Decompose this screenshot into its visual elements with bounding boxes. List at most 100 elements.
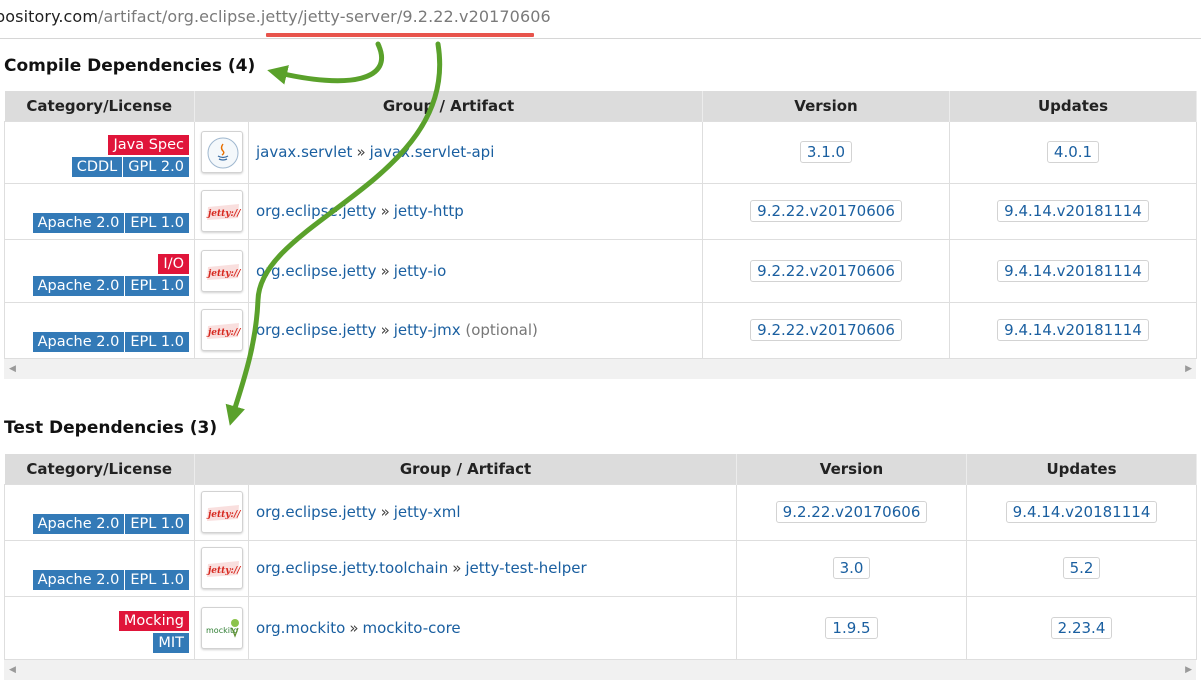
jetty-logo-icon[interactable]: jetty:// [200,491,243,533]
artifact-link[interactable]: javax.servlet-api [370,143,495,161]
arrow-to-compile-title [267,41,385,85]
category-badge[interactable]: Java Spec [108,134,189,155]
group-link[interactable]: org.eclipse.jetty [256,503,377,521]
updates-cell: 9.4.14.v20181114 [966,483,1198,541]
updates-cell: 9.4.14.v20181114 [949,182,1198,240]
table-header-row: Category/License Group / Artifact Versio… [4,454,1198,484]
update-link[interactable]: 9.4.14.v20181114 [1005,501,1158,523]
artifact-link[interactable]: jetty-io [394,262,447,280]
compile-dependencies-table: Category/License Group / Artifact Versio… [4,91,1198,359]
url-host: pository.com [0,7,99,26]
category-license-cell: I/O Apache 2.0 EPL 1.0 [4,238,195,303]
group-artifact-cell: org.eclipse.jetty» jetty-xml [247,483,738,541]
updates-cell: 9.4.14.v20181114 [949,301,1198,359]
license-badge[interactable]: Apache 2.0 [32,513,125,534]
update-link[interactable]: 9.4.14.v20181114 [997,259,1149,282]
jetty-logo-icon[interactable]: jetty:// [200,547,243,589]
group-link[interactable]: org.eclipse.jetty.toolchain [256,559,448,577]
version-link[interactable]: 1.9.5 [825,616,878,639]
version-cell: 3.0 [736,539,968,597]
horizontal-scrollbar[interactable]: ◀ ▶ [4,660,1196,680]
header-version[interactable]: Version [702,91,951,121]
update-link[interactable]: 9.4.14.v20181114 [997,200,1149,222]
version-link[interactable]: 9.2.22.v20170606 [750,200,902,222]
artifact-link[interactable]: jetty-http [394,202,464,220]
logo-cell: jetty:// [194,539,249,597]
jetty-logo-text: jetty:// [206,269,242,279]
header-version[interactable]: Version [736,454,968,484]
header-group-artifact[interactable]: Group / Artifact [194,91,704,121]
group-link[interactable]: javax.servlet [256,143,352,161]
scroll-right-arrow-icon[interactable]: ▶ [1185,665,1192,675]
license-badge[interactable]: EPL 1.0 [125,569,189,590]
license-badge[interactable]: CDDL [71,156,123,177]
license-badge[interactable]: EPL 1.0 [125,331,189,352]
group-artifact-cell: org.eclipse.jetty» jetty-http [247,182,704,240]
scroll-left-arrow-icon[interactable]: ◀ [9,665,16,675]
group-link[interactable]: org.eclipse.jetty [256,202,377,220]
header-group-artifact[interactable]: Group / Artifact [194,454,738,484]
logo-cell: jetty:// [194,483,249,541]
group-artifact-cell: javax.servlet» javax.servlet-api [247,120,704,184]
license-badge[interactable]: Apache 2.0 [32,212,125,233]
update-link[interactable]: 9.4.14.v20181114 [997,319,1149,341]
license-badge[interactable]: MIT [153,632,189,653]
jetty-logo-icon[interactable]: jetty:// [200,309,243,351]
license-badge[interactable]: EPL 1.0 [125,513,189,534]
group-link[interactable]: org.eclipse.jetty [256,321,377,339]
scroll-left-arrow-icon[interactable]: ◀ [9,364,16,374]
version-link[interactable]: 9.2.22.v20170606 [775,501,928,523]
license-badge[interactable]: GPL 2.0 [123,156,189,177]
update-link[interactable]: 4.0.1 [1046,141,1100,163]
license-badge[interactable]: Apache 2.0 [32,569,125,590]
table-row: Apache 2.0 EPL 1.0 jetty:// org.eclipse.jet… [4,182,1198,240]
category-badge[interactable]: I/O [158,253,189,274]
version-cell: 9.2.22.v20170606 [736,483,968,541]
license-badge[interactable]: Apache 2.0 [32,275,125,296]
category-license-cell: Mocking MIT [4,595,195,660]
category-license-cell: Apache 2.0 EPL 1.0 [4,483,195,541]
mockito-logo-icon[interactable]: mockito [200,606,243,649]
table-row: Apache 2.0 EPL 1.0 jetty:// org.eclipse.jet… [4,539,1198,597]
version-link[interactable]: 3.0 [832,557,871,579]
url-text[interactable]: pository.com/artifact/org.eclipse.jetty/… [0,7,551,26]
updates-cell: 9.4.14.v20181114 [949,238,1198,303]
logo-cell: mockito [194,595,249,660]
license-badge[interactable]: EPL 1.0 [125,275,189,296]
table-row: Apache 2.0 EPL 1.0 jetty:// org.eclipse.jet… [4,301,1198,359]
table-row: Mocking MIT mockito org.mockito» mockito-cor… [4,595,1198,660]
category-license-cell: Apache 2.0 EPL 1.0 [4,182,195,240]
header-category-license[interactable]: Category/License [4,91,195,121]
license-badge[interactable]: Apache 2.0 [32,331,125,352]
version-link[interactable]: 9.2.22.v20170606 [750,319,902,341]
header-category-license[interactable]: Category/License [4,454,195,484]
jetty-logo-icon[interactable]: jetty:// [200,249,243,292]
java-logo-icon[interactable] [200,131,243,173]
jetty-logo-icon[interactable]: jetty:// [200,190,243,232]
category-license-cell: Java Spec CDDL GPL 2.0 [4,120,195,184]
update-link[interactable]: 5.2 [1062,557,1101,579]
version-link[interactable]: 9.2.22.v20170606 [750,259,902,282]
version-link[interactable]: 3.1.0 [799,141,853,163]
updates-cell: 5.2 [966,539,1198,597]
artifact-link[interactable]: jetty-test-helper [465,559,586,577]
group-link[interactable]: org.mockito [256,619,345,637]
category-license-cell: Apache 2.0 EPL 1.0 [4,539,195,597]
address-bar[interactable]: pository.com/artifact/org.eclipse.jetty/… [0,0,1201,39]
header-updates[interactable]: Updates [966,454,1198,484]
license-badge[interactable]: EPL 1.0 [125,212,189,233]
table-header-row: Category/License Group / Artifact Versio… [4,91,1198,121]
group-artifact-cell: org.mockito» mockito-core [247,595,738,660]
url-highlight-underline [266,33,534,37]
update-link[interactable]: 2.23.4 [1050,616,1113,639]
artifact-link[interactable]: jetty-xml [394,503,461,521]
artifact-link[interactable]: mockito-core [363,619,461,637]
header-updates[interactable]: Updates [949,91,1198,121]
scroll-right-arrow-icon[interactable]: ▶ [1185,364,1192,374]
version-cell: 9.2.22.v20170606 [702,182,951,240]
category-badge[interactable]: Mocking [118,610,189,631]
artifact-link[interactable]: jetty-jmx [394,321,461,339]
group-link[interactable]: org.eclipse.jetty [256,262,377,280]
table-row: I/O Apache 2.0 EPL 1.0 jetty:// org.eclipse.… [4,238,1198,303]
horizontal-scrollbar[interactable]: ◀ ▶ [4,359,1196,379]
